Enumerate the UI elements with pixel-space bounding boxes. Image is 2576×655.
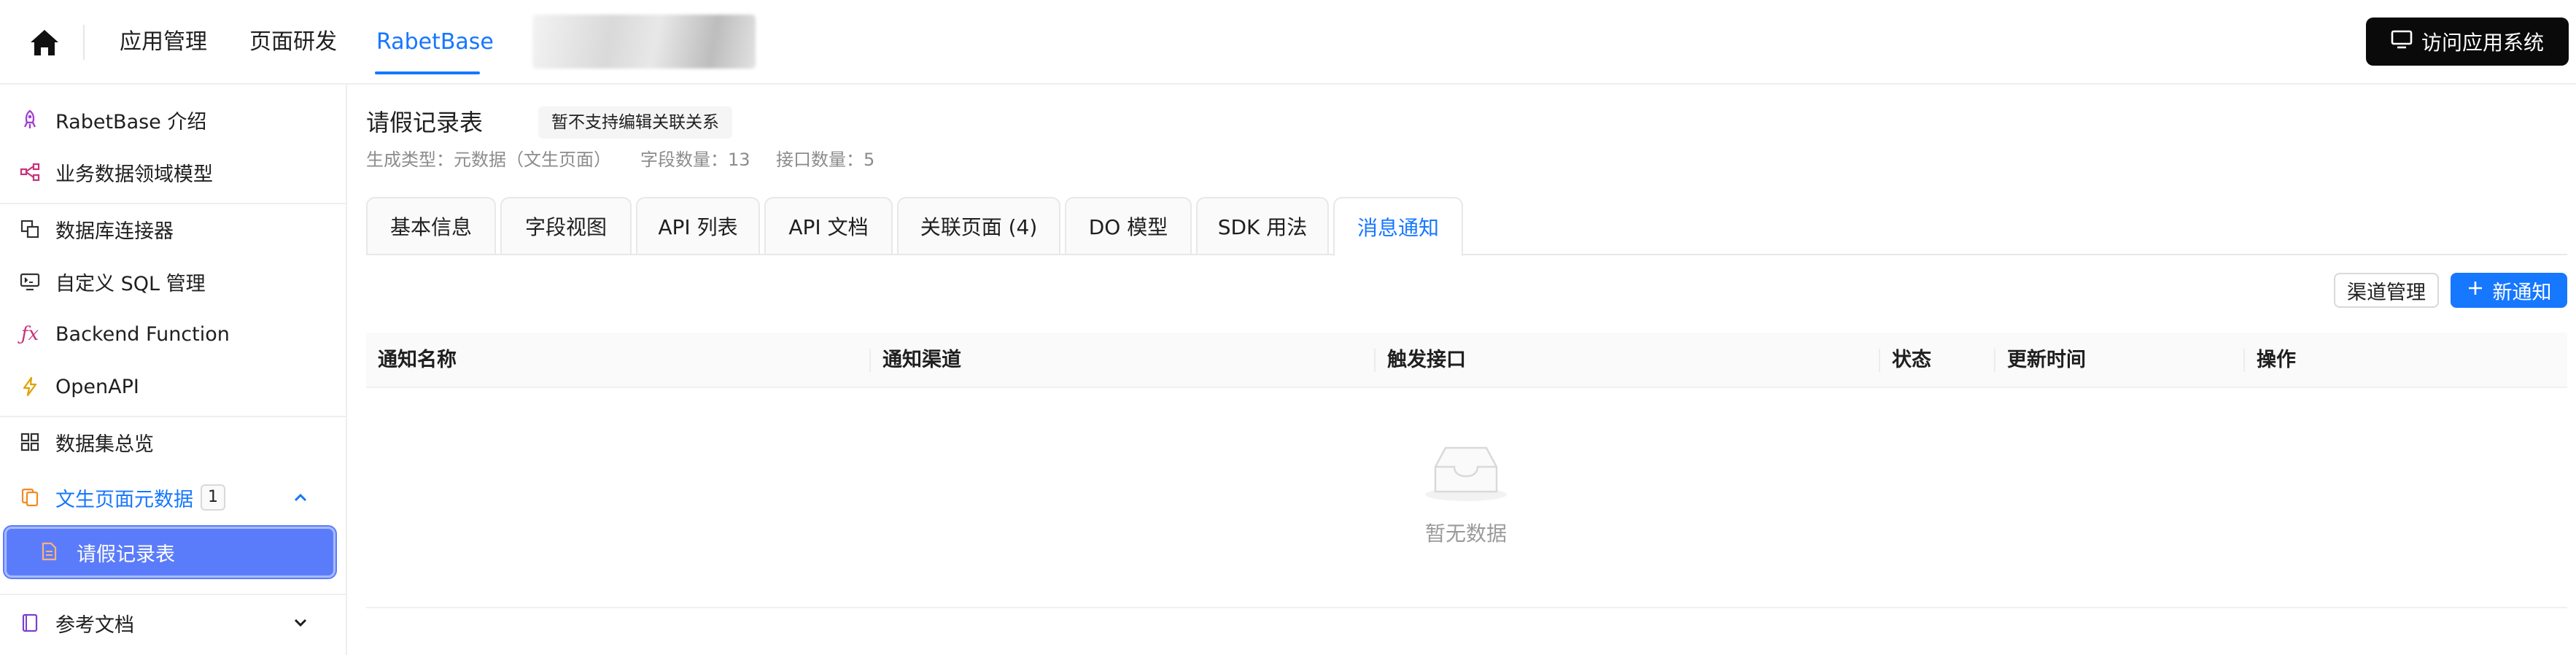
- chevron-up-icon[interactable]: [290, 487, 311, 508]
- table-bottom-border: [366, 607, 2567, 608]
- copy-connector-icon: [19, 218, 41, 240]
- sidebar-item-label: 业务数据领域模型: [55, 163, 213, 186]
- tab-sdk-usage[interactable]: SDK 用法: [1196, 197, 1329, 255]
- tab-api-docs[interactable]: API 文档: [764, 197, 893, 255]
- sidebar-divider: [0, 594, 346, 595]
- sidebar-item-label: 文生页面元数据: [55, 488, 193, 511]
- sidebar-item-label: 参考文档: [55, 613, 134, 637]
- sidebar-item-label: Backend Function: [55, 322, 230, 346]
- field-count: 字段数量：13: [640, 150, 750, 170]
- column-header-notice-channel: 通知渠道: [882, 349, 961, 371]
- top-bar: 应用管理 页面研发 RabetBase 访问应用系统: [0, 0, 2576, 85]
- column-header-updated-time: 更新时间: [2007, 349, 2086, 371]
- blurred-user-area: [532, 15, 756, 69]
- sql-monitor-icon: [19, 271, 41, 292]
- sidebar-item-label: OpenAPI: [55, 375, 139, 398]
- channel-management-button[interactable]: 渠道管理: [2334, 273, 2439, 308]
- visit-app-system-button[interactable]: 访问应用系统: [2366, 18, 2569, 66]
- chevron-down-icon[interactable]: [290, 613, 311, 633]
- tab-field-view[interactable]: 字段视图: [500, 197, 632, 255]
- sidebar-item-db-connector[interactable]: 数据库连接器: [0, 207, 347, 251]
- visit-app-system-label: 访问应用系统: [2421, 31, 2544, 55]
- new-notification-label: 新通知: [2492, 281, 2552, 304]
- nav-page-development[interactable]: 页面研发: [249, 26, 337, 58]
- plus-icon: [2467, 279, 2484, 302]
- sidebar-item-business-domain-model[interactable]: 业务数据领域模型: [0, 150, 347, 194]
- lightning-icon: [19, 376, 41, 398]
- top-divider: [83, 25, 85, 60]
- notification-table-header: 通知名称 通知渠道 触发接口 状态 更新时间 操作: [366, 333, 2567, 388]
- sidebar-item-label: 数据库连接器: [55, 220, 174, 243]
- api-count: 接口数量：5: [776, 150, 875, 170]
- model-graph-icon: [19, 161, 41, 183]
- column-header-trigger-api: 触发接口: [1387, 349, 1466, 371]
- column-separator: [1374, 349, 1376, 372]
- sidebar-item-reference-docs[interactable]: 参考文档: [0, 601, 347, 645]
- new-notification-button[interactable]: 新通知: [2451, 273, 2567, 308]
- file-icon: [39, 541, 61, 563]
- sidebar-item-custom-sql[interactable]: 自定义 SQL 管理: [0, 260, 347, 303]
- tab-do-model[interactable]: DO 模型: [1065, 197, 1192, 255]
- sidebar-divider: [0, 203, 346, 204]
- sidebar-item-dataset-overview[interactable]: 数据集总览: [0, 420, 347, 464]
- empty-state-text: 暂无数据: [1424, 522, 1507, 546]
- nav-rabetbase[interactable]: RabetBase: [376, 26, 494, 58]
- sidebar-divider: [0, 416, 346, 417]
- sidebar-item-text-to-page-metadata[interactable]: 文生页面元数据 1: [0, 476, 347, 519]
- active-nav-underline: [375, 71, 480, 74]
- column-separator: [869, 349, 871, 372]
- monitor-icon: [2391, 29, 2413, 55]
- sidebar-item-openapi[interactable]: OpenAPI: [0, 365, 347, 408]
- empty-inbox-icon: [1421, 442, 1511, 503]
- column-header-actions: 操作: [2257, 349, 2296, 371]
- sidebar-item-label: 数据集总览: [55, 433, 154, 456]
- relation-edit-tag: 暂不支持编辑关联关系: [538, 106, 732, 139]
- column-separator: [2243, 349, 2245, 372]
- column-separator: [1879, 349, 1880, 372]
- sidebar-item-backend-function[interactable]: ƒx Backend Function: [0, 312, 347, 356]
- rocket-icon: [19, 109, 41, 131]
- generation-type: 生成类型：元数据（文生页面）: [366, 150, 611, 170]
- page-title: 请假记录表: [366, 109, 484, 136]
- home-icon[interactable]: [28, 26, 61, 58]
- column-header-status: 状态: [1892, 349, 1931, 371]
- sidebar-item-label: 请假记录表: [77, 543, 175, 566]
- column-separator: [1994, 349, 1995, 372]
- sidebar-item-label: 自定义 SQL 管理: [55, 272, 206, 295]
- sidebar: RabetBase 介绍 业务数据领域模型 数据库连接器 自定义 SQL 管理 …: [0, 85, 347, 655]
- fx-icon: ƒx: [20, 323, 39, 345]
- grid-icon: [19, 431, 41, 453]
- sidebar-item-rabetbase-intro[interactable]: RabetBase 介绍: [0, 98, 347, 142]
- tab-related-pages[interactable]: 关联页面 (4): [897, 197, 1060, 255]
- files-icon: [19, 487, 41, 508]
- tab-api-list[interactable]: API 列表: [636, 197, 760, 255]
- count-badge: 1: [201, 484, 225, 511]
- tab-basic-info[interactable]: 基本信息: [366, 197, 496, 255]
- sidebar-item-label: RabetBase 介绍: [55, 110, 207, 133]
- tab-message-notification[interactable]: 消息通知: [1333, 197, 1463, 257]
- book-icon: [19, 612, 41, 634]
- column-header-notice-name: 通知名称: [378, 349, 457, 371]
- sidebar-item-leave-record-table[interactable]: 请假记录表: [4, 527, 335, 578]
- nav-app-management[interactable]: 应用管理: [120, 26, 207, 58]
